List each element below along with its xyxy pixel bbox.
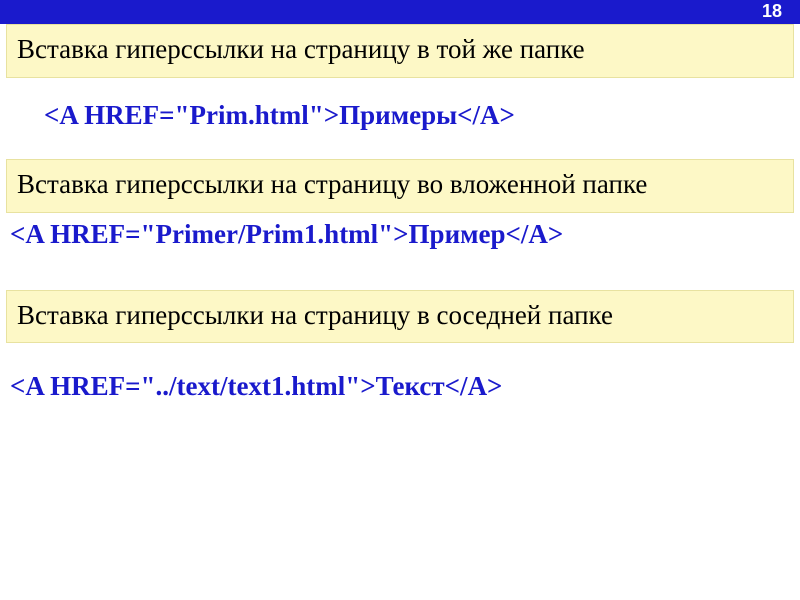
slide-header-bar: 18 (0, 0, 800, 24)
section-heading-3: Вставка гиперссылки на страницу в соседн… (6, 290, 794, 344)
section-heading-2: Вставка гиперссылки на страницу во вложе… (6, 159, 794, 213)
page-number: 18 (762, 1, 782, 22)
code-example-1: <A HREF="Prim.html">Примеры</A> (0, 78, 800, 159)
section-heading-1: Вставка гиперссылки на страницу в той же… (6, 24, 794, 78)
code-example-3: <A HREF="../text/text1.html">Текст</A> (0, 343, 800, 412)
code-example-2: <A HREF="Primer/Prim1.html">Пример</A> (0, 213, 800, 290)
